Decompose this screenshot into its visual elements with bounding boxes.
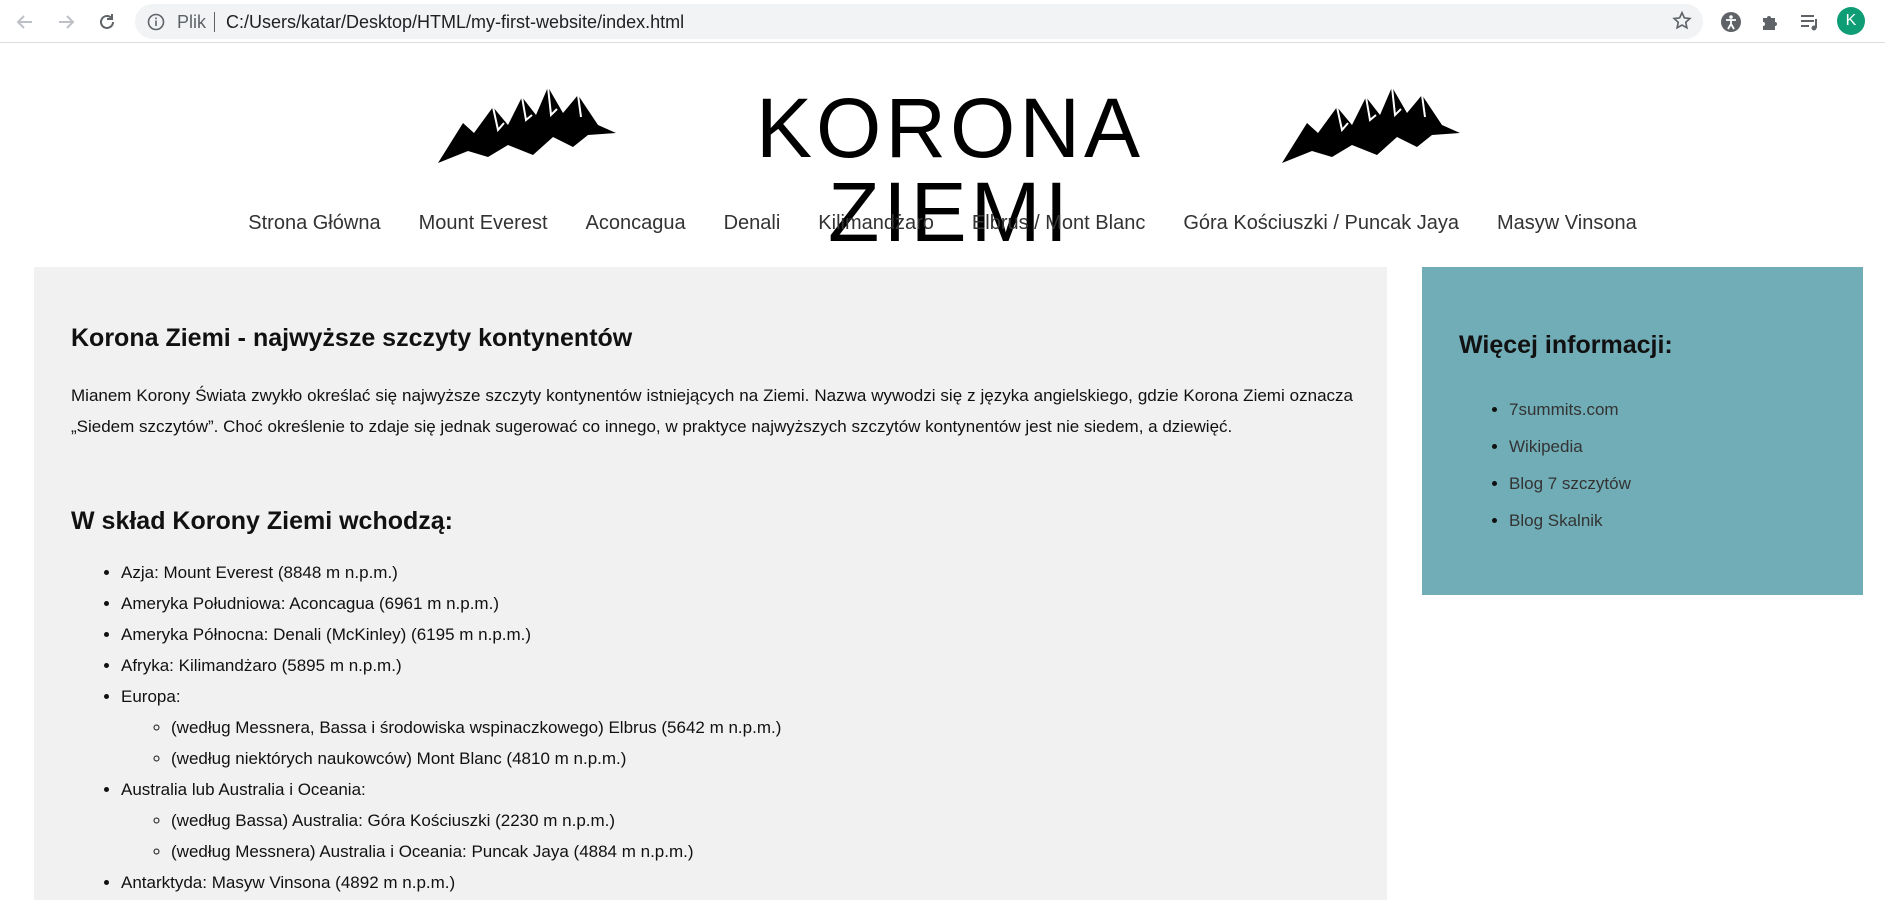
browser-toolbar: Plik C:/Users/katar/Desktop/HTML/my-firs… xyxy=(0,0,1885,43)
list-item-europe: Europa: (według Messnera, Bassa i środow… xyxy=(121,681,781,774)
reading-list-button[interactable] xyxy=(1796,8,1824,36)
sidebar-title: Więcej informacji: xyxy=(1459,331,1673,359)
nav-denali[interactable]: Denali xyxy=(705,212,800,235)
link-blog-skalnik[interactable]: Blog Skalnik xyxy=(1509,511,1603,530)
nav-elbrus-mont-blanc[interactable]: Elbrus / Mont Blanc xyxy=(953,212,1164,235)
list-item: (według Messnera) Australia i Oceania: P… xyxy=(171,836,781,867)
sidebar-link-item: Blog 7 szczytów xyxy=(1509,465,1631,502)
list-item-label: Europa: xyxy=(121,687,181,706)
list-item: Afryka: Kilimandżaro (5895 m n.p.m.) xyxy=(121,650,781,681)
sidebar: Więcej informacji: 7summits.com Wikipedi… xyxy=(1422,267,1863,595)
main-content: Korona Ziemi - najwyższe szczyty kontyne… xyxy=(34,267,1387,900)
nav-kilimandzaro[interactable]: Kilimandżaro xyxy=(799,212,953,235)
link-7summits[interactable]: 7summits.com xyxy=(1509,400,1619,419)
list-item: Ameryka Północna: Denali (McKinley) (619… xyxy=(121,619,781,650)
sidebar-link-item: Blog Skalnik xyxy=(1509,502,1631,539)
page-title: Korona Ziemi - najwyższe szczyty kontyne… xyxy=(71,324,633,352)
playlist-icon xyxy=(1801,15,1817,31)
list-item: (według Bassa) Australia: Góra Kościuszk… xyxy=(171,805,781,836)
nav-aconcagua[interactable]: Aconcagua xyxy=(567,212,705,235)
main-nav: Strona Główna Mount Everest Aconcagua De… xyxy=(0,212,1885,235)
link-blog-7-szczytow[interactable]: Blog 7 szczytów xyxy=(1509,474,1631,493)
list-item: (według Messnera, Bassa i środowiska wsp… xyxy=(171,712,781,743)
nav-gora-kosciuszki-puncak-jaya[interactable]: Góra Kościuszki / Puncak Jaya xyxy=(1164,212,1478,235)
accessibility-icon xyxy=(1721,12,1741,32)
back-button[interactable] xyxy=(12,9,38,35)
site-header: KORONA ZIEMI xyxy=(0,80,1885,254)
list-item-label: Australia lub Australia i Oceania: xyxy=(121,780,366,799)
intro-paragraph: Mianem Korony Świata zwykło określać się… xyxy=(71,386,1353,436)
australia-sublist: (według Bassa) Australia: Góra Kościuszk… xyxy=(121,805,781,867)
address-bar[interactable]: Plik C:/Users/katar/Desktop/HTML/my-firs… xyxy=(135,4,1703,39)
nav-strona-glowna[interactable]: Strona Główna xyxy=(229,212,399,235)
mountain-right-icon xyxy=(1282,86,1460,163)
separator xyxy=(214,12,215,32)
europe-sublist: (według Messnera, Bassa i środowiska wsp… xyxy=(121,712,781,774)
reload-button[interactable] xyxy=(94,9,120,35)
nav-mount-everest[interactable]: Mount Everest xyxy=(400,212,567,235)
link-wikipedia[interactable]: Wikipedia xyxy=(1509,437,1583,456)
sidebar-links: 7summits.com Wikipedia Blog 7 szczytów B… xyxy=(1459,391,1631,539)
list-item: (według niektórych naukowców) Mont Blanc… xyxy=(171,743,781,774)
peaks-list: Azja: Mount Everest (8848 m n.p.m.) Amer… xyxy=(71,557,781,898)
list-item: Antarktyda: Masyw Vinsona (4892 m n.p.m.… xyxy=(121,867,781,898)
arrow-left-icon xyxy=(16,15,32,29)
arrow-right-icon xyxy=(59,15,75,29)
puzzle-icon xyxy=(1763,16,1777,30)
extension-accessibility-button[interactable] xyxy=(1717,8,1745,36)
extensions-button[interactable] xyxy=(1756,8,1784,36)
url-text[interactable]: C:/Users/katar/Desktop/HTML/my-first-web… xyxy=(226,12,684,33)
bookmark-star-icon[interactable] xyxy=(1671,10,1693,32)
list-item: Azja: Mount Everest (8848 m n.p.m.) xyxy=(121,557,781,588)
profile-avatar[interactable]: K xyxy=(1837,7,1865,35)
list-item-australia: Australia lub Australia i Oceania: (wedł… xyxy=(121,774,781,867)
reload-icon xyxy=(100,14,114,29)
list-item: Ameryka Południowa: Aconcagua (6961 m n.… xyxy=(121,588,781,619)
mountain-left-icon xyxy=(438,86,616,163)
nav-masyw-vinsona[interactable]: Masyw Vinsona xyxy=(1478,212,1656,235)
info-icon[interactable] xyxy=(147,13,165,31)
section-title: W skład Korony Ziemi wchodzą: xyxy=(71,507,453,535)
sidebar-link-item: Wikipedia xyxy=(1509,428,1631,465)
forward-button[interactable] xyxy=(53,9,79,35)
scheme-label: Plik xyxy=(177,12,207,32)
sidebar-link-item: 7summits.com xyxy=(1509,391,1631,428)
